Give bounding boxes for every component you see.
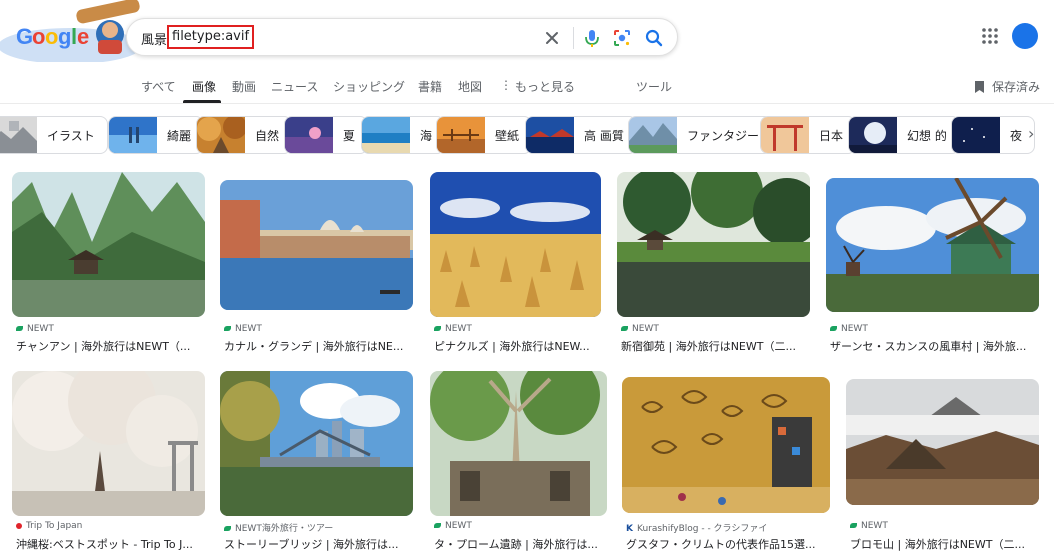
result-source: NEWT (27, 324, 54, 334)
chip-thumbnail (362, 117, 410, 153)
svg-text:o: o (32, 24, 45, 49)
newt-logo-icon (621, 326, 628, 331)
result-thumbnail[interactable] (430, 172, 601, 317)
svg-text:g: g (58, 24, 71, 49)
clear-icon[interactable] (541, 27, 563, 49)
result-source: NEWT (841, 324, 868, 334)
chip-illustration[interactable]: イラスト (0, 116, 108, 154)
result-source: NEWT (445, 521, 472, 531)
search-box[interactable]: 風景 filetype:avif (126, 18, 678, 56)
related-chips-row: イラスト 綺麗 自然 夏 海 壁紙 高 画質 ファンタジー 日本 幻想 的 夜 (0, 116, 1054, 154)
tab-shopping[interactable]: ショッピング (333, 78, 405, 95)
tab-news[interactable]: ニュース (271, 78, 318, 95)
chip-fantastical[interactable]: 幻想 的 (848, 116, 960, 154)
result-source: Trip To Japan (26, 521, 83, 531)
result-source: KurashifyBlog - - クラシファイ (636, 524, 768, 534)
result-thumbnail[interactable] (12, 371, 205, 516)
header: G o o g l e 風景 filetype:avif (0, 0, 1054, 72)
bookmark-icon[interactable] (974, 79, 985, 93)
lens-camera-icon[interactable] (611, 27, 633, 49)
newt-logo-icon (16, 326, 23, 331)
result-thumbnail[interactable] (622, 377, 830, 513)
result-title[interactable]: ストーリーブリッジ | 海外旅行は... (224, 536, 410, 552)
result-title[interactable]: タ・プローム遺跡 | 海外旅行は... (434, 536, 606, 552)
svg-text:o: o (45, 24, 58, 49)
result-title[interactable]: ブロモ山 | 海外旅行はNEWT（二... (850, 536, 1040, 552)
tab-images[interactable]: 画像 (192, 78, 216, 95)
tools-button[interactable]: ツール (636, 78, 672, 95)
newt-logo-icon (434, 523, 441, 528)
result-thumbnail[interactable] (617, 172, 810, 317)
result-source: NEWT (632, 324, 659, 334)
result-title[interactable]: 沖縄桜:ベストスポット - Trip To J... (16, 536, 202, 552)
apps-grid-icon[interactable] (980, 26, 1000, 46)
tab-all[interactable]: すべて (141, 78, 176, 95)
chip-label: 幻想 的 (907, 128, 947, 143)
result-title[interactable]: カナル・グランデ | 海外旅行はNE... (224, 338, 410, 354)
chip-high-quality[interactable]: 高 画質 (525, 116, 637, 154)
result-source: NEWT (235, 324, 262, 334)
tab-more[interactable]: もっと見る (515, 78, 575, 95)
saved-link[interactable]: 保存済み (992, 78, 1040, 95)
result-thumbnail[interactable] (826, 178, 1039, 312)
tab-videos[interactable]: 動画 (232, 78, 256, 95)
newt-logo-icon (850, 523, 857, 528)
account-avatar[interactable] (1012, 23, 1038, 49)
chip-label: ファンタジー (687, 128, 760, 143)
svg-text:e: e (77, 24, 89, 49)
result-title[interactable]: チャンアン | 海外旅行はNEWT（... (16, 338, 202, 354)
search-tabs: すべて 画像 動画 ニュース ショッピング 書籍 地図 ⋮ もっと見る ツール … (0, 72, 1054, 104)
tab-maps[interactable]: 地図 (458, 78, 482, 95)
chip-beautiful[interactable]: 綺麗 (108, 116, 205, 154)
chip-fantasy[interactable]: ファンタジー (628, 116, 773, 154)
newt-logo-icon (224, 526, 231, 531)
chip-thumbnail (285, 117, 333, 153)
chip-night[interactable]: 夜 (951, 116, 1036, 154)
search-divider (573, 27, 574, 49)
result-thumbnail[interactable] (220, 371, 413, 516)
search-icon[interactable] (643, 27, 665, 49)
chip-summer[interactable]: 夏 (284, 116, 369, 154)
chip-thumbnail (526, 117, 574, 153)
svg-text:G: G (16, 24, 33, 49)
result-source: NEWT海外旅行・ツアー (235, 524, 334, 534)
result-title[interactable]: 新宿御苑 | 海外旅行はNEWT（二... (621, 338, 807, 354)
newt-logo-icon (224, 326, 231, 331)
result-source: NEWT (861, 521, 888, 531)
tab-books[interactable]: 書籍 (418, 78, 442, 95)
chip-label: イラスト (47, 128, 95, 143)
result-title[interactable]: グスタフ・クリムトの代表作品15選... (626, 536, 826, 552)
result-source: NEWT (445, 324, 472, 334)
chip-thumbnail (629, 117, 677, 153)
chip-sea[interactable]: 海 (361, 116, 446, 154)
newt-logo-icon (434, 326, 441, 331)
chevron-right-icon[interactable]: › (1028, 124, 1034, 143)
microphone-icon[interactable] (581, 27, 603, 49)
chip-thumbnail (761, 117, 809, 153)
chip-nature[interactable]: 自然 (196, 116, 293, 154)
chip-thumbnail (437, 117, 485, 153)
active-tab-indicator (183, 100, 221, 103)
result-thumbnail[interactable] (12, 172, 205, 317)
search-query-text[interactable]: 風景 (141, 29, 167, 48)
result-thumbnail[interactable] (430, 371, 607, 516)
chip-thumbnail (952, 117, 1000, 153)
result-title[interactable]: ピナクルズ | 海外旅行はNEW... (434, 338, 600, 354)
japan-flag-icon (16, 522, 22, 529)
result-title[interactable]: ザーンセ・スカンスの風車村 | 海外旅... (830, 338, 1036, 354)
search-query-filetype-highlight[interactable]: filetype:avif (167, 25, 255, 49)
kurashify-logo-icon: K (626, 523, 633, 534)
more-menu-icon[interactable]: ⋮ (500, 78, 512, 92)
chip-thumbnail (0, 117, 37, 153)
chip-wallpaper[interactable]: 壁紙 (436, 116, 533, 154)
chip-thumbnail (849, 117, 897, 153)
chip-thumbnail (109, 117, 157, 153)
chip-thumbnail (197, 117, 245, 153)
newt-logo-icon (830, 326, 837, 331)
chip-label: 高 画質 (584, 128, 624, 143)
chip-japan[interactable]: 日本 (760, 116, 857, 154)
result-thumbnail[interactable] (220, 180, 413, 310)
result-thumbnail[interactable] (846, 379, 1039, 505)
